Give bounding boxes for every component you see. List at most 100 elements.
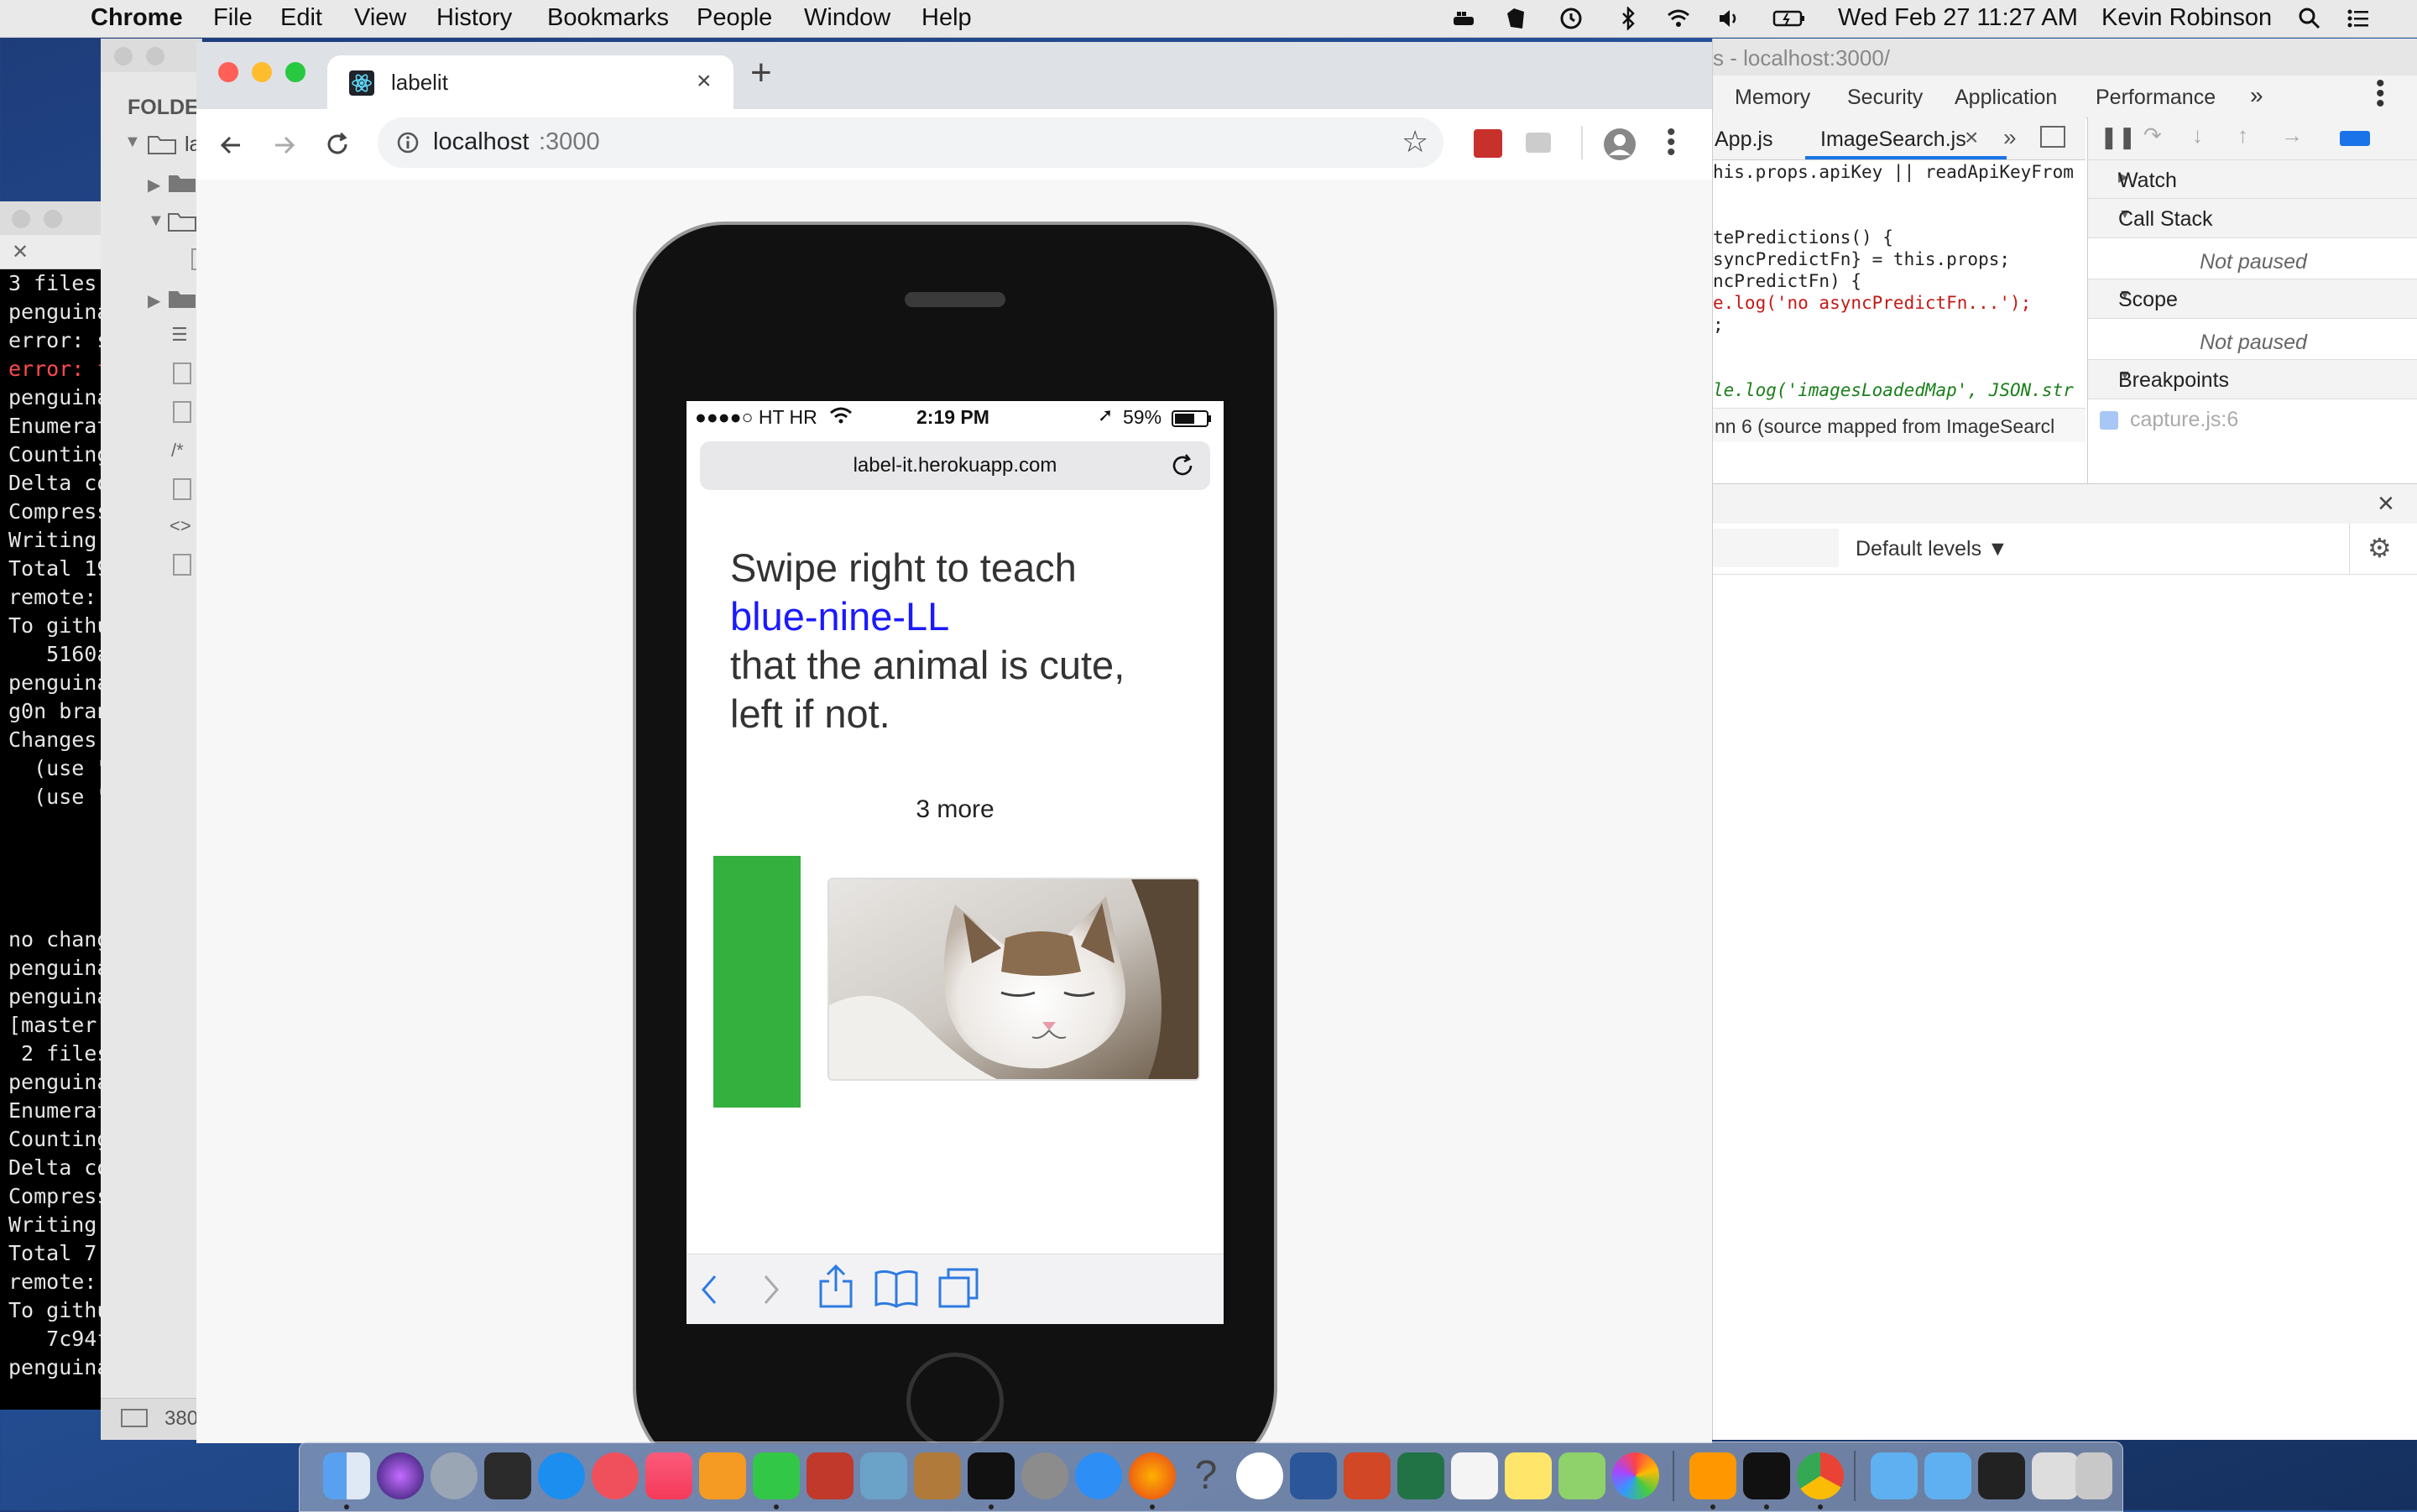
terminal-window[interactable]: ✕ 3 files penguina error: s error: f penguin… xyxy=(0,201,109,1410)
siri-icon[interactable] xyxy=(377,1452,424,1499)
applications-folder-icon[interactable] xyxy=(1871,1452,1918,1499)
bookmarks-icon[interactable] xyxy=(873,1268,920,1308)
step-out-icon[interactable]: ↑ xyxy=(2237,123,2248,149)
more-files-chevron-icon[interactable]: » xyxy=(2003,124,2017,151)
console-filter-input[interactable] xyxy=(1713,529,1839,567)
minimize-window-button[interactable] xyxy=(252,62,272,82)
terminal-dock-icon[interactable] xyxy=(968,1452,1015,1499)
launchpad-icon[interactable] xyxy=(431,1452,478,1499)
chrome-window[interactable]: labelit × + localhost :3000 ☆ • • • ●●●●○ … xyxy=(196,42,1712,1443)
info-icon[interactable] xyxy=(396,131,420,154)
step-icon[interactable]: → xyxy=(2281,123,2303,149)
log-levels-dropdown[interactable]: Default levels ▼ xyxy=(1856,537,2008,561)
folder-expand-icon[interactable]: ▼ xyxy=(124,133,141,152)
back-arrow-icon[interactable] xyxy=(218,133,243,158)
menu-bookmarks[interactable]: Bookmarks xyxy=(547,4,669,32)
safari-dock-icon[interactable] xyxy=(1075,1452,1122,1499)
maps-icon[interactable] xyxy=(1558,1452,1605,1499)
close-window-button[interactable] xyxy=(218,62,238,82)
docker-icon[interactable] xyxy=(1452,7,1475,30)
watch-section[interactable]: ▶ Watch xyxy=(2088,159,2417,200)
console-settings-gear-icon[interactable]: ⚙ xyxy=(2367,532,2392,564)
tab-security[interactable]: Security xyxy=(1847,86,1923,110)
notification-center-icon[interactable] xyxy=(2347,7,2370,30)
safari-reload-icon[interactable] xyxy=(1170,453,1195,478)
swipe-card[interactable] xyxy=(827,878,1200,1081)
deactivate-breakpoints-icon[interactable] xyxy=(2340,131,2370,146)
downloads-stack-icon[interactable] xyxy=(2032,1452,2079,1499)
address-bar[interactable]: localhost :3000 ☆ xyxy=(378,117,1443,168)
safari-url-bar[interactable]: label-it.herokuapp.com xyxy=(700,441,1210,490)
extension-icon[interactable] xyxy=(1474,129,1502,158)
close-file-tab-icon[interactable]: × xyxy=(1965,124,1978,151)
devtools-window[interactable]: s - localhost:3000/ Memory Security Appl… xyxy=(1712,39,2417,1440)
profile-avatar-icon[interactable] xyxy=(1603,128,1637,161)
call-stack-section[interactable]: ▼ Call Stack xyxy=(2088,198,2417,238)
menu-help[interactable]: Help xyxy=(921,4,972,32)
preview-icon[interactable] xyxy=(860,1452,907,1499)
tabs-overview-icon[interactable] xyxy=(937,1266,980,1310)
volume-icon[interactable] xyxy=(1717,7,1741,30)
word-icon[interactable] xyxy=(1290,1452,1337,1499)
notes-icon[interactable] xyxy=(1505,1452,1552,1499)
help-icon[interactable]: ? xyxy=(1182,1452,1229,1499)
documents-folder-icon[interactable] xyxy=(1924,1452,1971,1499)
scope-section[interactable]: ▼ Scope xyxy=(2088,279,2417,319)
tab-application[interactable]: Application xyxy=(1955,86,2057,110)
bluetooth-icon[interactable] xyxy=(1616,7,1640,30)
sublime-text-icon[interactable] xyxy=(1689,1452,1736,1499)
tab-performance[interactable]: Performance xyxy=(2096,86,2216,110)
file-tab-app-js[interactable]: App.js xyxy=(1715,128,1772,152)
books-icon[interactable] xyxy=(699,1452,746,1499)
terminal-app-icon[interactable] xyxy=(1743,1452,1790,1499)
step-into-icon[interactable]: ↓ xyxy=(2192,123,2203,149)
menu-view[interactable]: View xyxy=(354,4,406,32)
pinwheel-app-icon[interactable] xyxy=(1236,1452,1283,1499)
reminders-icon[interactable] xyxy=(1451,1452,1498,1499)
more-tabs-chevron-icon[interactable]: » xyxy=(2250,82,2263,109)
devtools-menu-icon[interactable]: • • • xyxy=(2376,71,2385,117)
new-tab-button[interactable]: + xyxy=(750,54,772,92)
menu-file[interactable]: File xyxy=(213,4,253,32)
breakpoints-section[interactable]: ▼ Breakpoints xyxy=(2088,359,2417,399)
folder-expand-icon[interactable]: ▶ xyxy=(148,175,160,196)
terminal-close-tab-icon[interactable]: ✕ xyxy=(12,240,29,264)
folder-expand-icon[interactable]: ▶ xyxy=(148,290,160,311)
battery-icon[interactable] xyxy=(1772,7,1806,30)
panel-toggle-icon[interactable] xyxy=(121,1409,148,1427)
spotlight-search-icon[interactable] xyxy=(2298,7,2321,30)
powerpoint-icon[interactable] xyxy=(1344,1452,1391,1499)
chrome-dock-icon[interactable] xyxy=(1797,1452,1844,1499)
reload-icon[interactable] xyxy=(324,131,351,158)
tab-memory[interactable]: Memory xyxy=(1735,86,1810,110)
firefox-icon[interactable] xyxy=(1129,1452,1176,1499)
cast-extension-icon[interactable] xyxy=(1526,133,1551,153)
wifi-icon[interactable] xyxy=(1667,7,1690,30)
news-icon[interactable] xyxy=(592,1452,639,1499)
garageband-icon[interactable] xyxy=(914,1452,961,1499)
tab-labelit[interactable]: labelit × xyxy=(327,55,733,109)
evernote-icon[interactable] xyxy=(1504,7,1527,30)
folder-expand-icon[interactable]: ▼ xyxy=(148,211,164,231)
close-tab-icon[interactable]: × xyxy=(697,67,712,96)
safari-forward-icon[interactable] xyxy=(757,1273,786,1306)
menu-people[interactable]: People xyxy=(697,4,772,32)
recent-screenshot-icon[interactable] xyxy=(1978,1452,2025,1499)
toggle-debugger-icon[interactable] xyxy=(2040,126,2065,148)
share-icon[interactable] xyxy=(817,1263,854,1310)
time-machine-icon[interactable] xyxy=(1559,7,1583,30)
finder-icon[interactable] xyxy=(323,1452,370,1499)
photo-booth-icon[interactable] xyxy=(807,1452,854,1499)
editor-window[interactable]: FOLDE ▼ la ▶ ▼ ▶ ☰ /* <> 380 xyxy=(101,39,202,1440)
zoom-window-button[interactable] xyxy=(285,62,305,82)
trash-icon[interactable] xyxy=(2075,1452,2112,1499)
menu-history[interactable]: History xyxy=(436,4,512,32)
system-preferences-icon[interactable] xyxy=(1021,1452,1068,1499)
app-store-icon[interactable] xyxy=(538,1452,585,1499)
music-icon[interactable] xyxy=(645,1452,692,1499)
chrome-menu-icon[interactable]: • • • xyxy=(1667,120,1676,165)
photos-icon[interactable] xyxy=(1612,1452,1659,1499)
breakpoint-checkbox[interactable] xyxy=(2100,411,2118,430)
app-menu[interactable]: Chrome xyxy=(91,4,183,32)
home-button[interactable] xyxy=(906,1353,1004,1443)
